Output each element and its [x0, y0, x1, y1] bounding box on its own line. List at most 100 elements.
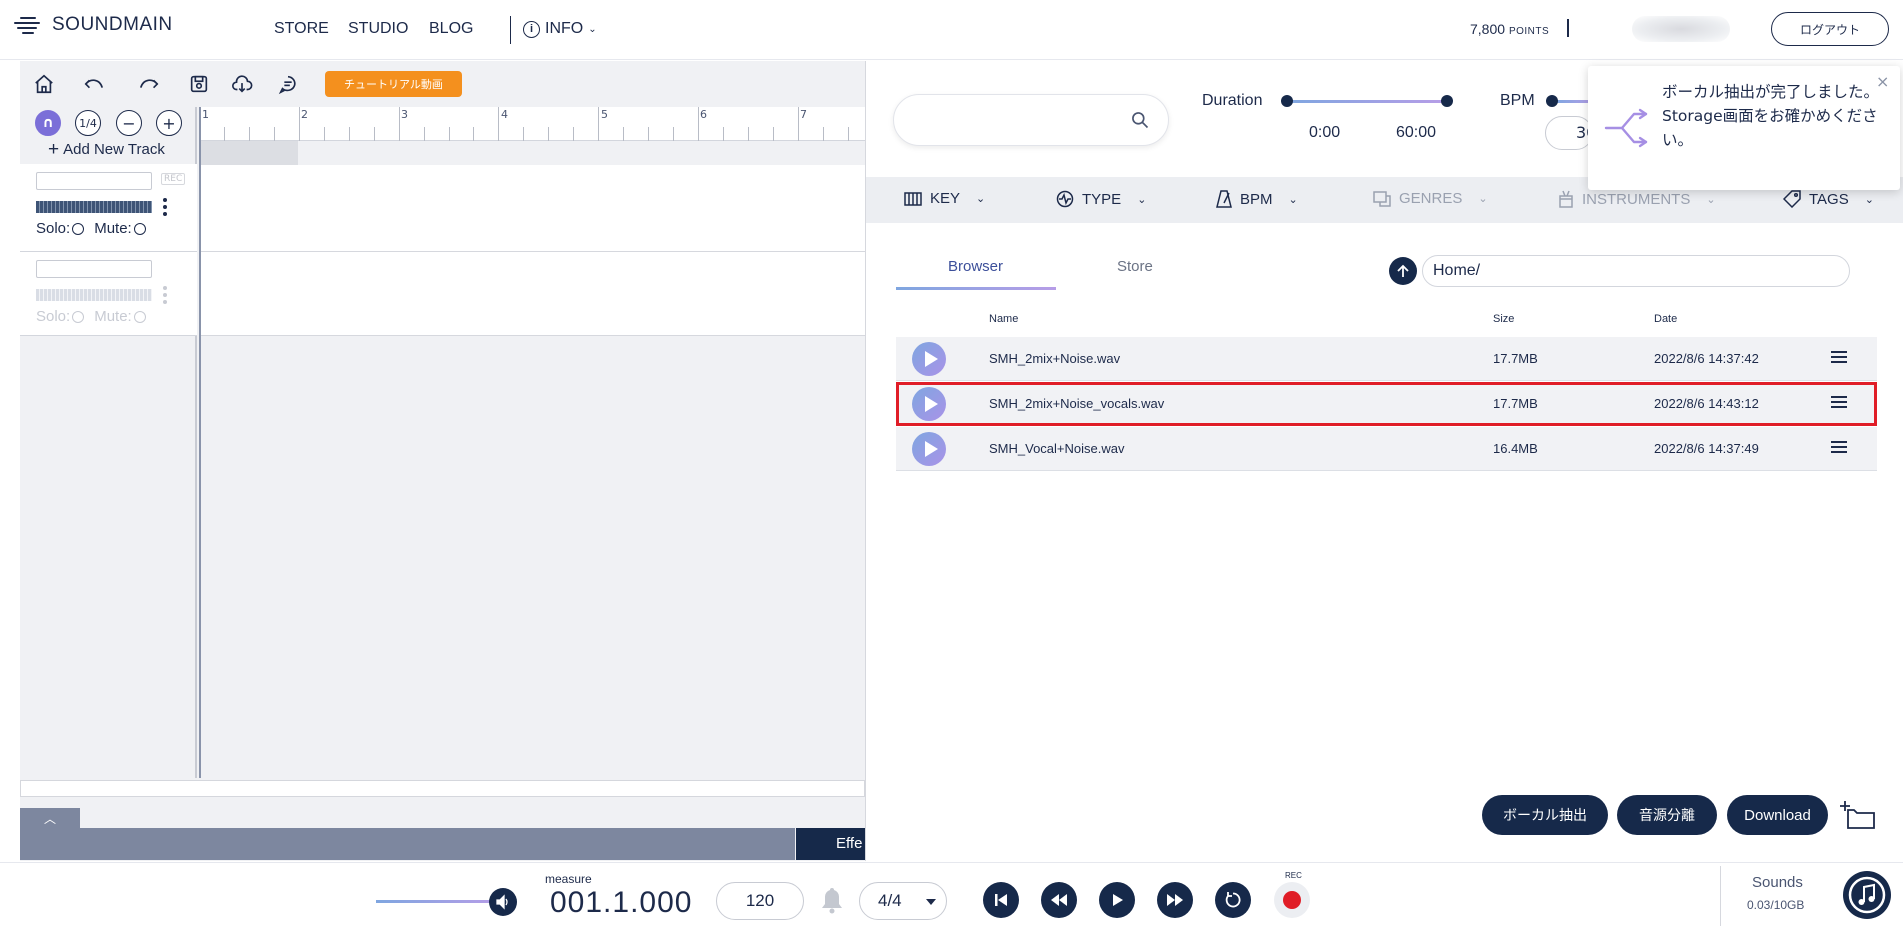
- hamburger-menu-icon[interactable]: [1831, 441, 1847, 453]
- redo-icon[interactable]: [136, 72, 162, 96]
- time-signature-select[interactable]: 4/4: [859, 882, 947, 920]
- filter-bpm-label: BPM: [1240, 190, 1273, 208]
- ruler-tick: [798, 107, 799, 141]
- genres-icon: [1373, 190, 1391, 207]
- duration-slider-track[interactable]: [1287, 100, 1447, 103]
- filter-instruments[interactable]: INSTRUMENTS ⌄: [1558, 190, 1716, 208]
- new-folder-icon[interactable]: [1840, 800, 1876, 834]
- search-input[interactable]: [914, 110, 1114, 132]
- mute-toggle[interactable]: [133, 222, 146, 235]
- skip-to-start-icon[interactable]: [983, 882, 1019, 918]
- chevron-down-icon: ⌄: [588, 23, 597, 35]
- solo-toggle[interactable]: [72, 310, 85, 323]
- username-blurred[interactable]: [1632, 16, 1730, 42]
- track-menu-icon[interactable]: [162, 198, 168, 216]
- playhead[interactable]: [199, 107, 201, 778]
- bpm-min-input[interactable]: 30: [1545, 116, 1593, 150]
- filter-tags[interactable]: TAGS ⌄: [1783, 190, 1874, 208]
- zoom-in-icon[interactable]: +: [156, 110, 182, 136]
- ruler-tick: [548, 127, 549, 141]
- effects-tab[interactable]: Effe: [796, 828, 865, 860]
- column-header-date[interactable]: Date: [1654, 313, 1677, 325]
- logout-button[interactable]: ログアウト: [1771, 12, 1889, 46]
- vocal-extract-button[interactable]: ボーカル抽出: [1482, 795, 1608, 835]
- ruler-tick: [498, 107, 499, 141]
- file-row[interactable]: SMH_2mix+Noise.wav 17.7MB 2022/8/6 14:37…: [896, 337, 1877, 381]
- tab-store[interactable]: Store: [1117, 258, 1153, 275]
- undo-icon[interactable]: [81, 72, 107, 96]
- source-separation-button[interactable]: 音源分離: [1617, 795, 1717, 835]
- nav-studio[interactable]: STUDIO: [348, 20, 408, 38]
- path-input[interactable]: Home/: [1422, 255, 1850, 287]
- home-icon[interactable]: [31, 72, 57, 96]
- filter-genres[interactable]: GENRES ⌄: [1373, 190, 1488, 207]
- hamburger-menu-icon[interactable]: [1831, 396, 1847, 408]
- search-box[interactable]: [893, 94, 1169, 146]
- file-row[interactable]: SMH_Vocal+Noise.wav 16.4MB 2022/8/6 14:3…: [896, 427, 1877, 471]
- sounds-usage: 0.03/10GB: [1747, 898, 1805, 912]
- track-name-input[interactable]: [36, 260, 152, 278]
- column-header-name[interactable]: Name: [989, 313, 1018, 325]
- solo-label: Solo:: [36, 220, 71, 237]
- filter-bpm[interactable]: BPM ⌄: [1216, 190, 1298, 208]
- ruler-number: 6: [700, 108, 707, 121]
- duration-min-handle[interactable]: [1281, 95, 1293, 107]
- hamburger-menu-icon[interactable]: [1831, 351, 1847, 363]
- play-icon[interactable]: [912, 387, 946, 421]
- add-new-track-button[interactable]: + Add New Track: [48, 140, 165, 159]
- horizontal-scrollbar[interactable]: [20, 780, 865, 797]
- loop-region[interactable]: [199, 141, 298, 165]
- up-directory-icon[interactable]: [1389, 257, 1417, 285]
- mute-label: Mute:: [94, 308, 132, 325]
- file-name: SMH_2mix+Noise_vocals.wav: [989, 396, 1165, 411]
- tutorial-video-button[interactable]: チュートリアル動画: [325, 71, 462, 97]
- track-1-lane[interactable]: [199, 165, 865, 252]
- bottom-panel-toggle[interactable]: ︿: [20, 808, 80, 828]
- metronome-bell-icon[interactable]: [820, 886, 844, 918]
- time-signature-value: 4/4: [878, 891, 902, 910]
- zoom-out-icon[interactable]: −: [116, 110, 142, 136]
- save-icon[interactable]: [186, 72, 212, 96]
- download-button[interactable]: Download: [1727, 795, 1828, 835]
- master-volume-slider[interactable]: [376, 900, 501, 903]
- cloud-download-icon[interactable]: [229, 72, 255, 96]
- waveform-icon: [1056, 190, 1074, 208]
- ruler-tick: [424, 127, 425, 141]
- close-icon[interactable]: ×: [1876, 72, 1889, 91]
- comment-icon[interactable]: [275, 72, 301, 96]
- record-button[interactable]: [1274, 882, 1310, 918]
- column-header-size[interactable]: Size: [1493, 313, 1514, 325]
- nav-store[interactable]: STORE: [274, 20, 329, 38]
- ruler-tick: [374, 127, 375, 141]
- volume-icon[interactable]: [489, 888, 517, 916]
- search-icon[interactable]: [1130, 110, 1150, 134]
- loop-icon[interactable]: [1215, 882, 1251, 918]
- filter-type[interactable]: TYPE ⌄: [1056, 190, 1146, 208]
- mute-toggle[interactable]: [133, 310, 146, 323]
- play-icon[interactable]: [1099, 882, 1135, 918]
- rewind-icon[interactable]: [1041, 882, 1077, 918]
- tempo-input[interactable]: 120: [716, 882, 804, 920]
- snap-division-button[interactable]: 1/4: [75, 110, 101, 136]
- nav-info-dropdown[interactable]: i INFO ⌄: [523, 20, 597, 38]
- soundmain-logo[interactable]: SOUNDMAIN: [14, 14, 173, 36]
- play-icon[interactable]: [912, 432, 946, 466]
- bpm-min-handle[interactable]: [1546, 95, 1558, 107]
- music-note-icon[interactable]: [1843, 871, 1891, 919]
- duration-max-handle[interactable]: [1441, 95, 1453, 107]
- play-icon[interactable]: [912, 342, 946, 376]
- fast-forward-icon[interactable]: [1157, 882, 1193, 918]
- filter-key[interactable]: KEY ⌄: [904, 190, 985, 207]
- track-rec-tag[interactable]: REC: [161, 173, 186, 185]
- ruler-number: 3: [401, 108, 408, 121]
- file-row-highlighted[interactable]: SMH_2mix+Noise_vocals.wav 17.7MB 2022/8/…: [896, 382, 1877, 426]
- ruler-number: 5: [601, 108, 608, 121]
- track-2-lane[interactable]: [199, 252, 865, 336]
- points-display: 7,800 POINTS: [1470, 21, 1549, 37]
- solo-toggle[interactable]: [72, 222, 85, 235]
- tab-browser[interactable]: Browser: [948, 258, 1003, 275]
- snap-magnet-icon[interactable]: ∩: [35, 110, 61, 136]
- track-menu-icon[interactable]: [162, 286, 168, 304]
- nav-blog[interactable]: BLOG: [429, 20, 473, 38]
- track-name-input[interactable]: [36, 172, 152, 190]
